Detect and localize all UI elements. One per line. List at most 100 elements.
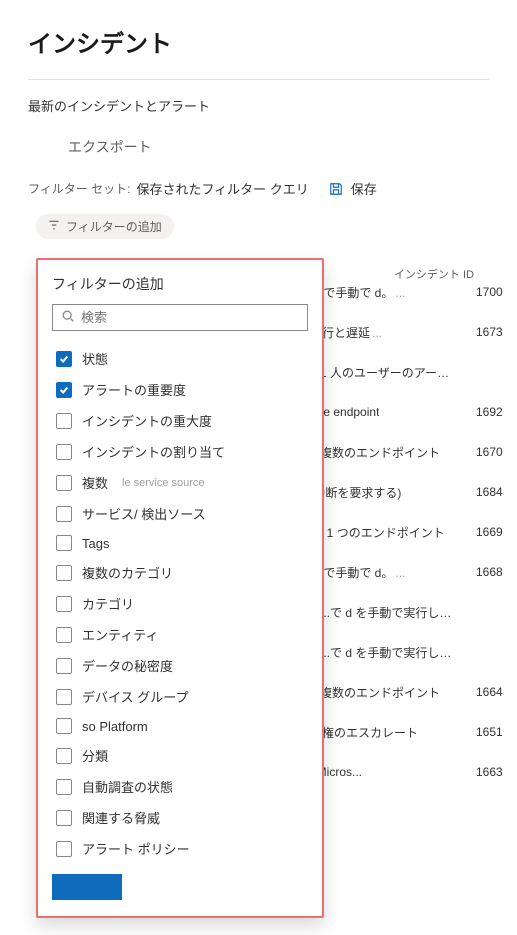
filter-option-label: サービス/ 検出ソース (82, 504, 206, 523)
filter-option-label: 分類 (82, 746, 108, 765)
checkbox-icon[interactable] (56, 506, 72, 522)
filter-icon (48, 219, 60, 234)
table-row[interactable]: eo..で d を手動で実行します。 (310, 592, 510, 632)
panel-title: フィルターの追加 (52, 274, 308, 294)
download-icon (46, 139, 60, 156)
incident-id: 1684 (476, 485, 510, 499)
filter-option-label: 関連する脅威 (82, 808, 160, 827)
export-button[interactable]: エクスポート (0, 133, 517, 175)
checkbox-checked-icon[interactable] (56, 382, 72, 398)
checkbox-icon[interactable] (56, 689, 72, 705)
add-filter-chip[interactable]: フィルターの追加 (36, 214, 174, 239)
incident-name: eoで手動で d。... (310, 564, 405, 581)
checkbox-icon[interactable] (56, 444, 72, 460)
incident-id: 1669 (476, 525, 510, 539)
filter-option-label: 状態 (82, 349, 108, 368)
checkbox-icon[interactable] (56, 841, 72, 857)
apply-button[interactable] (52, 874, 122, 900)
table-row[interactable]: 特権のエスカレート1651 (310, 712, 510, 752)
filter-option-label: Tags (82, 536, 109, 551)
filter-option-label: インシデントの重大度 (82, 411, 212, 430)
table-row[interactable]: m複数のエンドポイント1670 (310, 432, 510, 472)
filter-option-label: 自動調査の状態 (82, 777, 173, 796)
incident-id: 1663 (476, 765, 510, 779)
filter-option[interactable]: アラート ポリシー (52, 833, 308, 864)
save-icon[interactable] (329, 181, 343, 196)
ellipsis: ... (393, 286, 405, 300)
incident-name: eo..で d を手動で実行します。 (310, 604, 460, 621)
filter-option[interactable]: インシデントの割り当て (52, 436, 308, 467)
filter-option[interactable]: so Platform (52, 712, 308, 740)
incident-list: インシデント ID eoで手動で d。...1700実行と遅延...1673o … (310, 272, 510, 792)
divider (28, 79, 489, 80)
filter-option[interactable]: サービス/ 検出ソース (52, 498, 308, 529)
filter-option-secondary: le service source (122, 477, 205, 489)
table-row[interactable]: uMicros...1663 (310, 752, 510, 792)
filter-option[interactable]: インシデントの重大度 (52, 405, 308, 436)
filter-option-label: デバイス グループ (82, 687, 188, 706)
filter-option-label: インシデントの割り当て (82, 442, 225, 461)
checkbox-icon[interactable] (56, 748, 72, 764)
filter-option[interactable]: アラートの重要度 (52, 374, 308, 405)
filter-search-input[interactable] (52, 304, 308, 331)
table-row[interactable]: o 1 人のユーザーのアーヴィング (310, 352, 510, 392)
table-row[interactable]: one endpoint1692 (310, 392, 510, 432)
filter-option-label: エンティティ (82, 625, 158, 644)
incident-name: on 1 つのエンドポイント (310, 524, 445, 541)
checkbox-checked-icon[interactable] (56, 351, 72, 367)
table-row[interactable]: on 1 つのエンドポイント 1669 (310, 512, 510, 552)
filter-option-label: データの秘密度 (82, 656, 173, 675)
checkbox-icon[interactable] (56, 475, 72, 491)
incident-name: eo..で d を手動で実行します。 (310, 644, 460, 661)
table-row[interactable]: m複数のエンドポイント 1664 (310, 672, 510, 712)
filter-option-label: so Platform (82, 719, 148, 734)
checkbox-icon[interactable] (56, 779, 72, 795)
incident-id: 1664 (476, 685, 510, 699)
table-row[interactable]: eo..で d を手動で実行します。 (310, 632, 510, 672)
incident-id: 1700 (476, 285, 510, 299)
page-title: インシデント (0, 0, 517, 71)
filter-option[interactable]: カテゴリ (52, 588, 308, 619)
add-filter-label: フィルターの追加 (66, 218, 162, 235)
table-row[interactable]: 実行と遅延...1673 (310, 312, 510, 352)
filter-set-prefix: フィルター セット: (28, 180, 130, 197)
checkbox-icon[interactable] (56, 658, 72, 674)
incident-name: m複数のエンドポイント (310, 684, 440, 701)
filter-option-label: カテゴリ (82, 594, 134, 613)
incident-id: 1673 (476, 325, 510, 339)
filter-option-label: アラート ポリシー (82, 839, 190, 858)
checkbox-icon[interactable] (56, 810, 72, 826)
filter-option[interactable]: 自動調査の状態 (52, 771, 308, 802)
filter-search-field[interactable] (81, 310, 299, 325)
column-header-incident-id[interactable]: インシデント ID (394, 266, 484, 282)
checkbox-icon[interactable] (56, 565, 72, 581)
filter-option[interactable]: 分類 (52, 740, 308, 771)
filter-set-row: フィルター セット: 保存されたフィルター クエリ 保存 (0, 175, 517, 208)
filter-option[interactable]: Tags (52, 529, 308, 557)
filter-option[interactable]: 複数のカテゴリ (52, 557, 308, 588)
checkbox-icon[interactable] (56, 718, 72, 734)
filter-option[interactable]: 状態 (52, 343, 308, 374)
table-row[interactable]: t中断を要求する)1684 (310, 472, 510, 512)
subhead: 最新のインシデントとアラート (0, 88, 517, 133)
table-row[interactable]: eoで手動で d。... 1668 (310, 552, 510, 592)
filter-option[interactable]: デバイス グループ (52, 681, 308, 712)
incident-id: 1668 (476, 565, 510, 579)
filter-option[interactable]: 複数le service source (52, 467, 308, 498)
filter-option[interactable]: データの秘密度 (52, 650, 308, 681)
incident-name: m複数のエンドポイント (310, 444, 440, 461)
save-button[interactable]: 保存 (349, 179, 377, 198)
export-label: エクスポート (68, 137, 152, 157)
add-filter-panel: フィルターの追加 状態アラートの重要度インシデントの重大度インシデントの割り当て… (36, 258, 324, 918)
ellipsis: ... (370, 326, 382, 340)
filter-option-label: 複数のカテゴリ (82, 563, 173, 582)
incident-name: eoで手動で d。... (310, 284, 405, 301)
incident-id: 1692 (476, 405, 510, 419)
filter-option[interactable]: 関連する脅威 (52, 802, 308, 833)
filter-option[interactable]: エンティティ (52, 619, 308, 650)
checkbox-icon[interactable] (56, 596, 72, 612)
saved-filter-query[interactable]: 保存されたフィルター クエリ (136, 179, 308, 198)
checkbox-icon[interactable] (56, 413, 72, 429)
checkbox-icon[interactable] (56, 627, 72, 643)
checkbox-icon[interactable] (56, 535, 72, 551)
